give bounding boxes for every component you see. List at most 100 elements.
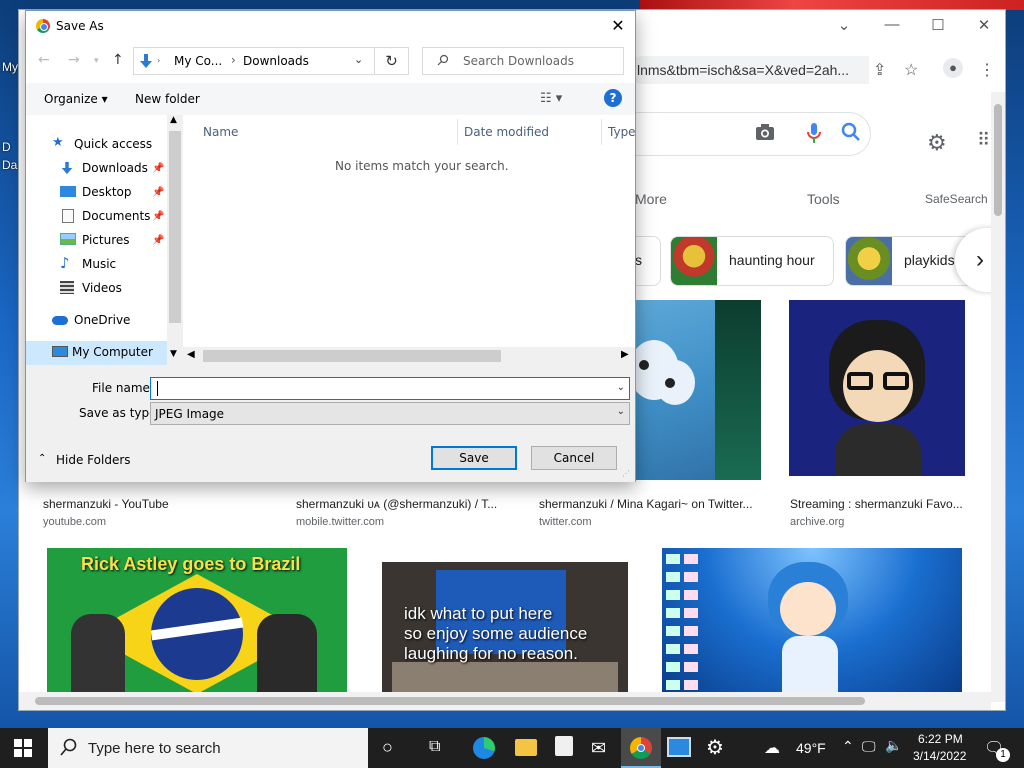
- file-explorer-icon[interactable]: [515, 739, 537, 756]
- weather-temperature[interactable]: 49°F: [796, 740, 826, 756]
- resize-grip[interactable]: ⋰: [622, 469, 630, 478]
- result-title[interactable]: Streaming : shermanzuki Favo...: [790, 497, 963, 511]
- column-header-name[interactable]: Name: [203, 125, 238, 139]
- desktop-icon-label[interactable]: D: [2, 140, 11, 154]
- chevron-right-icon[interactable]: ›: [157, 56, 160, 65]
- up-arrow-icon[interactable]: ↑: [112, 52, 124, 68]
- page-vertical-scrollbar[interactable]: [991, 92, 1005, 702]
- result-image[interactable]: [789, 300, 965, 476]
- taskbar-search-box[interactable]: Type here to search: [48, 728, 368, 768]
- navigation-pane-scrollbar[interactable]: ▲ ▼: [167, 115, 183, 365]
- control-panel-icon[interactable]: [667, 737, 691, 757]
- chevron-up-icon[interactable]: ⌃: [842, 738, 854, 755]
- desktop-icon-label[interactable]: Da: [2, 158, 17, 172]
- breadcrumb-downloads[interactable]: Downloads: [243, 54, 309, 68]
- file-list-horizontal-scrollbar[interactable]: ◀ ▶: [183, 347, 635, 365]
- close-icon[interactable]: ✕: [607, 15, 629, 37]
- windows-start-icon[interactable]: [14, 739, 32, 760]
- mail-icon[interactable]: ✉: [591, 738, 606, 759]
- result-image[interactable]: [619, 300, 761, 480]
- result-title[interactable]: shermanzuki / Mina Kagari~ on Twitter...: [539, 497, 753, 511]
- task-view-icon[interactable]: ⧉: [429, 738, 440, 756]
- organize-menu[interactable]: Organize ▾: [44, 92, 108, 106]
- share-icon[interactable]: ⇪: [873, 60, 886, 80]
- address-breadcrumb[interactable]: › My Co... › Downloads ⌄: [133, 47, 375, 75]
- result-source: youtube.com: [43, 516, 106, 528]
- chrome-logo-icon: [36, 19, 50, 33]
- clock-date[interactable]: 3/14/2022: [913, 749, 966, 763]
- tab-tools[interactable]: Tools: [807, 191, 840, 207]
- notification-count-badge: 1: [996, 748, 1010, 762]
- cortana-circle-icon[interactable]: ○: [382, 737, 393, 758]
- text-caret: [157, 381, 158, 396]
- camera-icon[interactable]: [755, 123, 775, 147]
- edge-browser-icon[interactable]: [473, 737, 495, 759]
- nav-item-my-computer[interactable]: My Computer: [26, 341, 167, 365]
- taskbar-chrome-button[interactable]: [621, 728, 661, 768]
- column-header-date-modified[interactable]: Date modified: [464, 125, 549, 139]
- network-icon[interactable]: 🖵: [862, 738, 876, 755]
- nav-item-label: OneDrive: [74, 313, 131, 327]
- result-image[interactable]: idk what to put here so enjoy some audie…: [382, 562, 628, 692]
- chevron-up-icon: ⌃: [38, 453, 47, 464]
- result-title[interactable]: shermanzuki - YouTube: [43, 497, 169, 511]
- pin-icon[interactable]: 📌: [152, 187, 164, 198]
- pin-icon[interactable]: 📌: [152, 211, 164, 222]
- desktop-icon-label[interactable]: My: [2, 60, 18, 74]
- volume-muted-icon[interactable]: 🔈: [885, 737, 902, 754]
- refresh-button[interactable]: ↻: [375, 47, 409, 75]
- forward-arrow-icon[interactable]: →: [68, 52, 80, 68]
- help-icon[interactable]: ?: [604, 89, 622, 107]
- search-icon[interactable]: [841, 122, 861, 148]
- minimize-button[interactable]: —: [877, 16, 907, 36]
- dialog-titlebar[interactable]: Save As ✕: [26, 11, 635, 41]
- column-header-type[interactable]: Type: [608, 125, 636, 139]
- view-options-icon[interactable]: ☷ ▾: [540, 91, 562, 106]
- apps-grid-icon[interactable]: ⠿: [977, 130, 990, 151]
- maximize-button[interactable]: ☐: [923, 16, 953, 36]
- cancel-button[interactable]: Cancel: [531, 446, 617, 470]
- address-bar[interactable]: lnms&tbm=isch&sa=X&ved=2ah...: [629, 56, 869, 84]
- download-arrow-icon: [60, 161, 76, 175]
- save-button[interactable]: Save: [431, 446, 517, 470]
- chevron-down-icon[interactable]: ▼: [170, 349, 177, 359]
- search-downloads-input[interactable]: Search Downloads: [422, 47, 624, 75]
- chevron-down-icon[interactable]: ⌄: [829, 16, 859, 36]
- column-divider[interactable]: [601, 119, 602, 145]
- pin-icon[interactable]: 📌: [152, 235, 164, 246]
- save-as-type-select[interactable]: JPEG Image ⌄: [150, 402, 630, 425]
- settings-gear-icon[interactable]: ⚙: [927, 130, 947, 156]
- profile-avatar-icon[interactable]: ●: [943, 58, 963, 78]
- new-folder-button[interactable]: New folder: [135, 92, 200, 106]
- settings-gear-icon[interactable]: ⚙: [706, 735, 724, 760]
- related-search-chip[interactable]: haunting hour: [670, 236, 834, 286]
- close-window-button[interactable]: ✕: [969, 16, 999, 36]
- pin-icon[interactable]: 📌: [152, 163, 164, 174]
- store-icon[interactable]: [555, 736, 573, 756]
- clock-time[interactable]: 6:22 PM: [918, 732, 963, 746]
- menu-kebab-icon[interactable]: ⋮: [979, 60, 995, 80]
- weather-cloud-icon[interactable]: ☁: [764, 738, 780, 758]
- column-divider[interactable]: [457, 119, 458, 145]
- chevron-down-icon[interactable]: ⌄: [617, 382, 625, 393]
- recent-locations-chevron-icon[interactable]: ▾: [94, 56, 99, 66]
- file-name-input[interactable]: ⌄: [150, 377, 630, 400]
- result-image[interactable]: Rick Astley goes to Brazil: [47, 548, 347, 692]
- page-horizontal-scrollbar[interactable]: [19, 692, 991, 710]
- result-title[interactable]: shermanzuki ᴜᴀ (@shermanzuki) / T...: [296, 497, 497, 511]
- chevron-right-icon[interactable]: ▶: [621, 349, 629, 360]
- tab-safesearch[interactable]: SafeSearch: [925, 192, 988, 206]
- microphone-icon[interactable]: [807, 122, 821, 150]
- chevron-down-icon[interactable]: ⌄: [354, 53, 363, 66]
- chevron-down-icon[interactable]: ⌄: [617, 406, 625, 417]
- star-icon: ★: [52, 135, 64, 150]
- breadcrumb-my-computer[interactable]: My Co...: [174, 54, 222, 68]
- chevron-left-icon[interactable]: ◀: [187, 349, 195, 360]
- chevron-up-icon[interactable]: ▲: [170, 115, 177, 125]
- result-image[interactable]: [662, 548, 962, 692]
- videos-icon: [60, 281, 74, 294]
- tab-more[interactable]: More: [635, 191, 667, 207]
- bookmark-star-icon[interactable]: ☆: [904, 60, 918, 80]
- back-arrow-icon[interactable]: ←: [38, 52, 50, 68]
- chevron-right-icon[interactable]: ›: [231, 53, 236, 67]
